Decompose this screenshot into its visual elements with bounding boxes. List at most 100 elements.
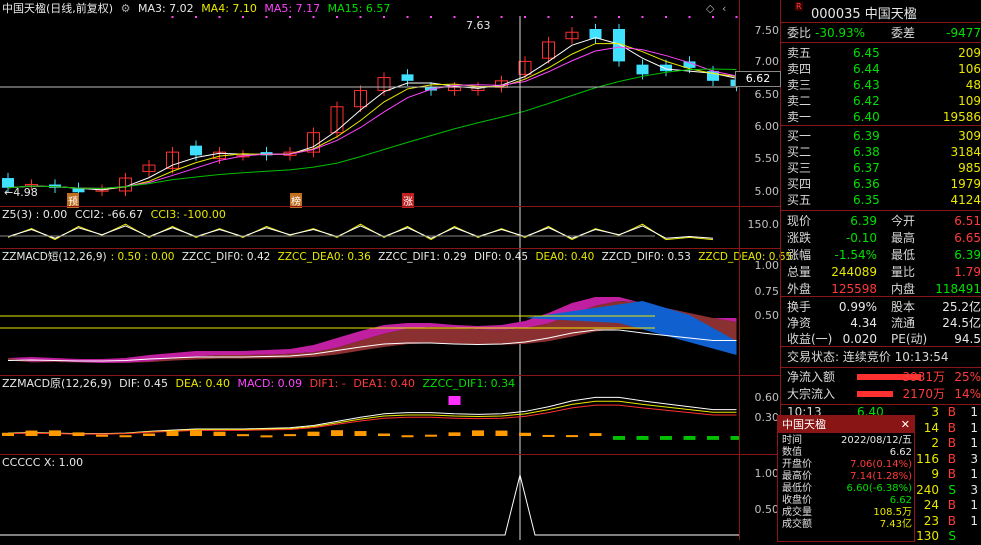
bid-price: 6.35 [853,193,880,207]
macd-bar [542,434,555,437]
settings-icon[interactable]: ⚙ [121,2,131,15]
ma4-label: MA4: 7.10 [201,2,257,15]
ma4-line [7,43,737,190]
macd-orig-axis-030: 0.30 [754,411,780,424]
signal-dot [265,16,268,18]
macd-label: MACD: 0.09 [237,377,303,390]
popup-value: 7.14(1.28%) [850,471,912,482]
trade-status: 交易状态: 连续竞价 10:13:54 [787,350,949,364]
tick-volume: 130 [916,529,939,543]
macd-bar [49,430,61,436]
candlestick-chart[interactable] [0,0,740,540]
flow-row: 净流入额 3931万 25% [781,368,981,386]
signal-dot [571,16,573,18]
ask-volume: 19586 [942,110,981,124]
popup-title: 中国天楹 [782,418,826,431]
signal-dot [477,16,479,18]
dea0-label: DEA0: 0.40 [535,251,595,263]
cci2-label: CCI2: -66.67 [74,208,144,221]
signal-dot [383,16,385,18]
stat-label: 现价 [787,214,812,228]
stat-value: 6.65 [954,231,981,245]
macd-bar [613,436,625,440]
chevron-left-icon[interactable]: ‹ [722,2,726,15]
ma3-label: MA3: 7.02 [137,2,194,15]
flow-value: 3931万 [902,370,945,384]
popup-header[interactable]: 中国天楹 ✕ [778,416,914,433]
dea-label: DEA: 0.40 [175,377,230,390]
stat-label: 最高 [891,231,916,245]
signal-dot [242,16,244,18]
macd-short-axis-100: 1.00 [754,259,780,272]
signal-dot [547,16,550,18]
macd-bar [237,434,249,437]
popup-key: 成交量 [782,507,812,518]
signal-dot [524,16,526,18]
ask-row[interactable]: 卖一 6.40 19586 [781,108,981,126]
bid-label: 买五 [787,193,812,207]
macd-bar [260,435,273,438]
stat-value: -1.54% [834,248,877,262]
macd-bar [683,436,696,440]
weibi-value: -30.93% [815,26,866,40]
macd-short-vals: : 0.50 : 0.00 [110,251,175,263]
signal-dot [712,16,714,18]
macd-bar [472,430,484,436]
signal-dot [641,16,644,18]
macd-bar [166,431,179,436]
ccccc-axis-100: 1.00 [754,467,780,480]
signal-dot [359,16,362,18]
popup-row: 收盘价 6.62 [778,495,914,507]
popup-value: 7.43亿 [879,519,912,530]
macd-short-name: ZZMACD短(12,26,9) [2,251,107,263]
panel-divider-4[interactable] [0,454,781,455]
popup-key: 时间 [782,435,802,446]
axis-600: 6.00 [754,120,780,133]
ccccc-axis-050: 0.50 [754,503,780,516]
info-popup[interactable]: 中国天楹 ✕ 时间 2022/08/12/五 数值 6.62 开盘价 7.06(0.14%… [777,415,915,542]
axis-500: 5.00 [754,185,780,198]
popup-row: 最高价 7.14(1.28%) [778,471,914,483]
stat-label: 涨跌 [787,231,812,245]
flow-label: 净流入额 [787,370,836,384]
tick-side: S [948,529,956,543]
signal-dot [289,16,291,18]
zzcc-dif0-label: ZZCC_DIF0: 0.42 [181,251,271,263]
stat-label: 最低 [891,248,916,262]
signal-dot [594,16,597,18]
ma5-line [7,46,737,189]
macd-short-legend: ZZMACD短(12,26,9): 0.50 : 0.00 ZZCC_DIF0:… [2,250,796,264]
candle-down [636,64,649,75]
bid-row[interactable]: 买五 6.35 4124 [781,191,981,209]
dif1-label: DIF1: - [309,377,346,390]
panel-divider-2[interactable] [0,248,781,249]
bid-volume: 4124 [950,193,981,207]
current-price-tag: 6.62 [735,71,781,87]
signal-dot [430,16,432,18]
macd-bar [707,436,719,440]
stat-value: -0.10 [845,231,877,245]
ccccc-line [0,474,740,536]
weibi-row: 委比 -30.93% 委差 -9477 [787,26,981,40]
panel-divider-3[interactable] [0,375,781,376]
macd-bar [495,430,508,436]
panel-divider-1[interactable] [0,206,781,207]
ccccc-legend: CCCCC X: 1.00 [2,456,87,470]
signal-dot [218,16,221,18]
cci3-label: CCI3: -100.00 [150,208,226,221]
signal-dot [312,16,315,18]
popup-row: 成交量 108.5万 [778,507,914,519]
close-icon[interactable]: ✕ [901,416,910,433]
diamond-icon[interactable]: ◇ [706,2,714,15]
main-legend: 中国天楹(日线,前复权) ⚙ MA3: 7.02 MA4: 7.10 MA5: … [2,2,394,16]
macd-orig-name: ZZMACD原(12,26,9) [2,377,112,390]
popup-row: 最低价 6.60(-6.38%) [778,483,914,495]
stat-label: 今开 [891,214,916,228]
stat-label: 总量 [787,265,812,279]
stat-row: 涨幅 -1.54% 最低 6.39 [781,246,981,264]
stat-value: 1.79 [954,265,981,279]
chart-area[interactable]: 中国天楹(日线,前复权) ⚙ MA3: 7.02 MA4: 7.10 MA5: … [0,0,792,540]
macd-bar [354,431,367,436]
macd-bar [331,430,343,436]
flow-value: 2170万 [902,387,945,401]
